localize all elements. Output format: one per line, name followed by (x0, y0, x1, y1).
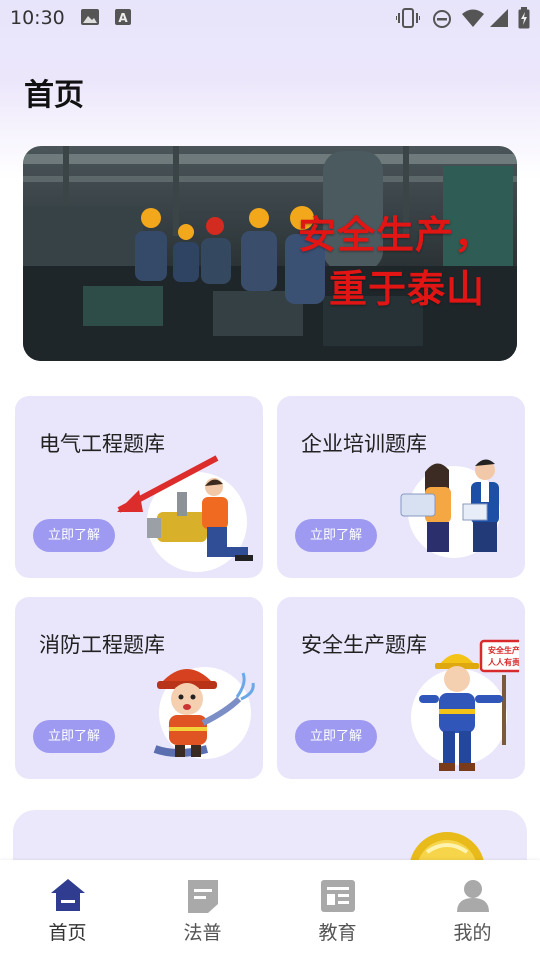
nav-item-law[interactable]: 法普 (135, 860, 270, 960)
dnd-icon (432, 9, 452, 33)
image-icon (81, 9, 99, 29)
safety-banner[interactable]: 安全生产， 重于泰山 (23, 146, 517, 361)
sign-line2: 人人有责 (488, 657, 519, 667)
learn-more-button[interactable]: 立即了解 (295, 519, 377, 552)
svg-text:A: A (118, 11, 128, 25)
status-bar: 10:30 A (0, 0, 540, 36)
banner-line2: 重于泰山 (328, 266, 485, 311)
document-icon (188, 880, 218, 913)
learn-more-button[interactable]: 立即了解 (295, 720, 377, 753)
card-electrical[interactable]: 电气工程题库 立即了解 (15, 396, 263, 578)
learn-more-button[interactable]: 立即了解 (33, 519, 115, 552)
card-training[interactable]: 企业培训题库 立即了解 (277, 396, 525, 578)
home-icon (51, 879, 85, 911)
battery-icon (518, 7, 530, 33)
nav-label-home: 首页 (48, 922, 87, 944)
bottom-nav: 首页 法普 教育 我的 (0, 860, 540, 960)
vibrate-icon (395, 8, 421, 32)
news-icon (321, 880, 355, 912)
card-safety[interactable]: 安全生产题库 立即了解 安全生产 人人有责 (277, 597, 525, 779)
nav-label-law: 法普 (183, 922, 222, 944)
status-time: 10:30 (10, 7, 65, 29)
nav-label-education: 教育 (318, 922, 357, 944)
banner-line1: 安全生产， (297, 212, 493, 257)
person-icon (457, 880, 489, 912)
firefighter-illustration (147, 653, 257, 767)
electrician-illustration (117, 452, 257, 576)
sign-line1: 安全生产 (488, 645, 519, 655)
signal-icon (490, 9, 508, 31)
training-illustration (389, 452, 519, 566)
safety-worker-illustration: 安全生产 人人有责 (409, 639, 525, 779)
page-title: 首页 (24, 78, 84, 113)
nav-item-education[interactable]: 教育 (270, 860, 405, 960)
learn-more-button[interactable]: 立即了解 (33, 720, 115, 753)
nav-label-profile: 我的 (453, 922, 492, 944)
a-icon: A (115, 9, 131, 29)
nav-item-profile[interactable]: 我的 (405, 860, 540, 960)
card-fire[interactable]: 消防工程题库 立即了解 (15, 597, 263, 779)
wifi-icon (462, 9, 484, 31)
nav-item-home[interactable]: 首页 (0, 860, 135, 960)
